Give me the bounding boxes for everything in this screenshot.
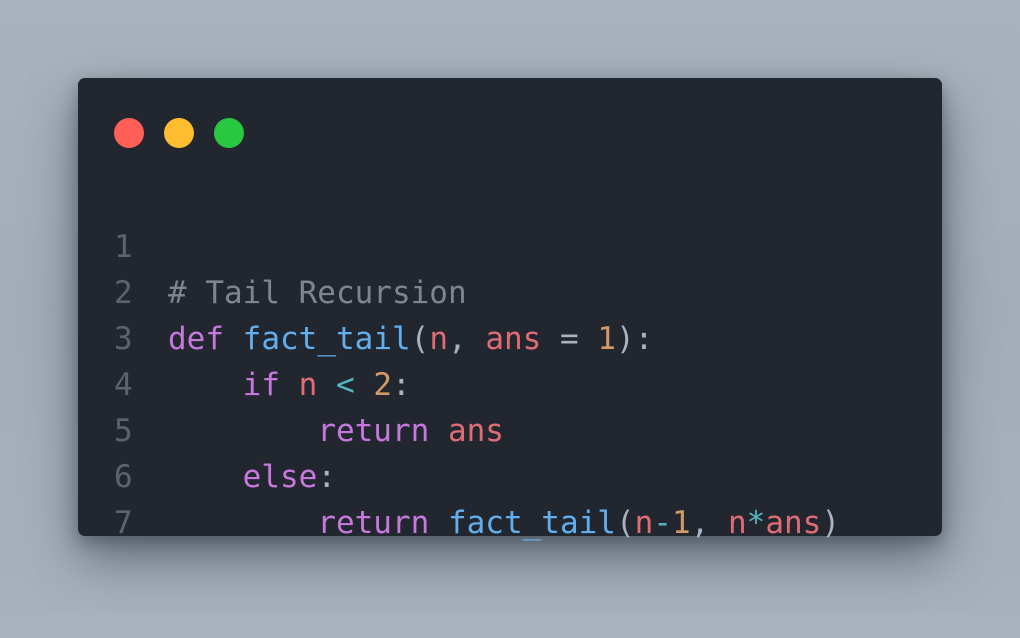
code-line: 1 # Tail Recursion xyxy=(78,178,942,311)
code-token-keyword: return xyxy=(317,505,430,541)
code-token-punct: ( xyxy=(615,505,635,541)
code-line: 7 xyxy=(78,454,942,541)
code-line: 2 def fact_tail(n, ans = 1): xyxy=(78,224,942,357)
minimize-dot-icon[interactable] xyxy=(164,118,194,148)
code-token-punct: , xyxy=(690,505,728,541)
line-number: 7 xyxy=(114,505,133,541)
code-token-punct: ) xyxy=(821,505,840,541)
code-block: 1 # Tail Recursion 2 def fact_tail(n, an… xyxy=(78,178,942,541)
code-token-function: fact_tail xyxy=(447,505,616,541)
code-token-variable: n xyxy=(727,505,747,541)
code-line: 5 else: xyxy=(78,362,942,495)
close-dot-icon[interactable] xyxy=(114,118,144,148)
code-token-variable: n xyxy=(634,505,654,541)
maximize-dot-icon[interactable] xyxy=(214,118,244,148)
line-code: return fact_tail(n-1, n*ans) xyxy=(168,500,840,546)
code-token-number: 1 xyxy=(671,505,691,541)
code-line: 6 return fact_tail(n-1, n*ans) xyxy=(78,408,942,541)
code-window: 1 # Tail Recursion 2 def fact_tail(n, an… xyxy=(78,78,942,541)
code-token-operator: - xyxy=(653,505,672,541)
code-token-variable: ans xyxy=(765,505,822,541)
code-token-operator: * xyxy=(746,505,766,541)
code-line: 3 if n < 2: xyxy=(78,270,942,403)
code-line: 4 return ans xyxy=(78,316,942,449)
